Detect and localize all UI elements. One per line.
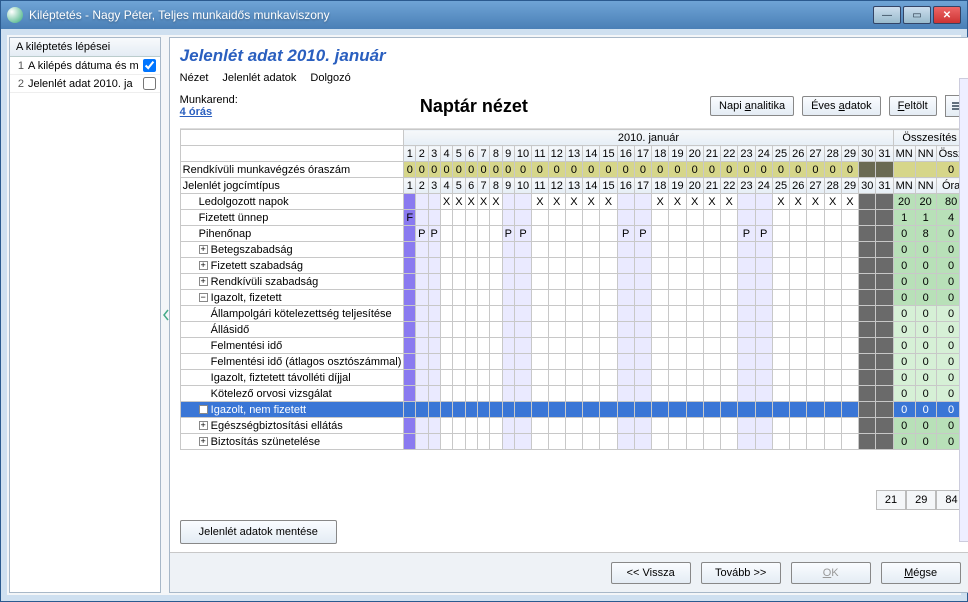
expand-icon[interactable]: + [199,245,208,254]
save-attendance-button[interactable]: Jelenlét adatok mentése [180,520,337,544]
grid-row[interactable]: +Igazolt, nem fizetett000 [180,402,966,418]
menu-view[interactable]: Nézet [180,72,209,84]
grid-row[interactable]: Ledolgozott napokXXXXXXXXXXXXXXXXXXXX202… [180,194,966,210]
page-title: Jelenlét adat 2010. január [180,46,967,66]
step-done-checkbox[interactable] [143,59,156,72]
titlebar: Kiléptetés - Nagy Péter, Teljes munkaidő… [1,1,967,29]
toolbar: Munkarend: 4 órás Naptár nézet Napi anal… [180,94,967,118]
expand-icon[interactable]: − [199,293,208,302]
grid-row[interactable]: Felmentési idő000 [180,338,966,354]
grid-row[interactable]: Állásidő000 [180,322,966,338]
ok-button: OK [791,562,871,584]
wizard-step[interactable]: 1A kilépés dátuma és m [10,57,160,75]
maximize-button[interactable]: ▭ [903,6,931,24]
view-title: Naptár nézet [246,96,702,117]
grid-row[interactable]: +Betegszabadság000 [180,242,966,258]
grid-row[interactable]: +Rendkívüli szabadság000 [180,274,966,290]
expand-icon[interactable]: + [199,261,208,270]
back-button[interactable]: << Vissza [611,562,691,584]
grid-row[interactable]: +Biztosítás szünetelése000 [180,434,966,450]
wizard-nav-bar: << Vissza Tovább >> OK Mégse [170,552,968,592]
attendance-grid[interactable]: 2010. januárÖsszesítés123456789101112131… [180,128,967,486]
upload-button[interactable]: Feltölt [889,96,937,116]
expand-icon[interactable]: + [199,421,208,430]
grid-row[interactable]: Igazolt, fiztetett távolléti díjjal000 [180,370,966,386]
total-nn: 29 [906,490,936,510]
cancel-button[interactable]: Mégse [881,562,961,584]
scrollbar[interactable] [959,78,968,542]
grid-row[interactable]: Fizetett ünnepF114 [180,210,966,226]
close-button[interactable]: ✕ [933,6,961,24]
app-window: Kiléptetés - Nagy Péter, Teljes munkaidő… [0,0,968,602]
grid-row[interactable]: Felmentési idő (átlagos osztószámmal)000 [180,354,966,370]
expand-icon[interactable]: + [199,405,208,414]
expand-icon[interactable]: + [199,437,208,446]
window-title: Kiléptetés - Nagy Péter, Teljes munkaidő… [29,8,873,22]
schedule-label: Munkarend: [180,94,238,106]
grid-row[interactable]: +Fizetett szabadság000 [180,258,966,274]
wizard-steps-sidebar: A kiléptetés lépései 1A kilépés dátuma é… [9,37,161,593]
grid-row[interactable]: −Igazolt, fizetett000 [180,290,966,306]
yearly-data-button[interactable]: Éves adatok [802,96,881,116]
total-mn: 21 [876,490,906,510]
client-area: A kiléptetés lépései 1A kilépés dátuma é… [1,29,967,601]
grid-row[interactable]: PihenőnapPPPPPPPP080 [180,226,966,242]
main-panel: Jelenlét adat 2010. január Nézet Jelenlé… [169,37,968,593]
footer-totals: 21 29 84 [180,490,967,510]
grid-row[interactable]: Állampolgári kötelezettség teljesítése00… [180,306,966,322]
menu-attendance[interactable]: Jelenlét adatok [222,72,296,84]
menu-employee[interactable]: Dolgozó [310,72,350,84]
step-done-checkbox[interactable] [143,77,156,90]
daily-analytics-button[interactable]: Napi analitika [710,96,794,116]
wizard-step[interactable]: 2Jelenlét adat 2010. ja [10,75,160,93]
app-icon [7,7,23,23]
minimize-button[interactable]: — [873,6,901,24]
menu-bar: Nézet Jelenlét adatok Dolgozó [180,72,967,84]
expand-icon[interactable]: + [199,277,208,286]
grid-row[interactable]: Kötelező orvosi vizsgálat000 [180,386,966,402]
next-button[interactable]: Tovább >> [701,562,781,584]
grid-row[interactable]: +Egészségbiztosítási ellátás000 [180,418,966,434]
overwork-row-label: Rendkívüli munkavégzés óraszám [180,162,404,178]
sidebar-header: A kiléptetés lépései [10,38,160,57]
schedule-link[interactable]: 4 órás [180,106,212,118]
